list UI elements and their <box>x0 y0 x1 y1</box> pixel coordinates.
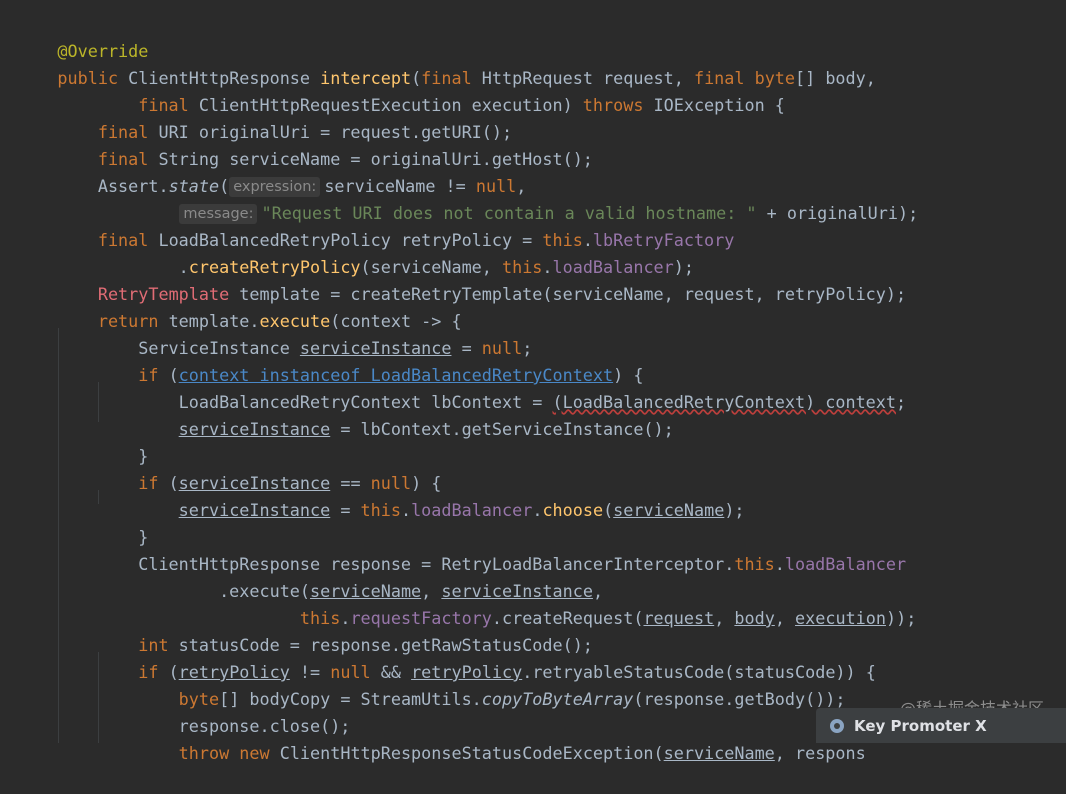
code-line-21[interactable]: .execute(serviceName, serviceInstance, <box>17 551 603 601</box>
code-line-13[interactable]: if (context instanceof LoadBalancedRetry… <box>17 335 643 385</box>
key-promoter-icon <box>830 718 844 733</box>
code-line-3[interactable]: final ClientHttpRequestExecution executi… <box>17 65 785 115</box>
key-promoter-label: Key Promoter X <box>854 716 987 735</box>
code-line-8[interactable]: final LoadBalancedRetryPolicy retryPolic… <box>17 200 735 250</box>
code-line-11[interactable]: return template.execute(context -> { <box>17 281 462 331</box>
code-line-9[interactable]: .createRetryPolicy(serviceName, this.loa… <box>17 227 694 277</box>
code-line-24[interactable]: if (retryPolicy != null && retryPolicy.r… <box>17 632 876 682</box>
code-line-7[interactable]: message: "Request URI does not contain a … <box>139 173 918 224</box>
code-line-19[interactable]: } <box>17 497 148 547</box>
code-line-4[interactable]: final URI originalUri = request.getURI()… <box>17 92 512 142</box>
code-line-20[interactable]: ClientHttpResponse response = RetryLoadB… <box>17 524 906 574</box>
code-line-27[interactable]: throw new ClientHttpResponseStatusCodeEx… <box>17 713 866 763</box>
code-line-12[interactable]: ServiceInstance serviceInstance = null; <box>17 308 532 358</box>
code-line-17[interactable]: if (serviceInstance == null) { <box>17 443 441 493</box>
code-line-26[interactable]: response.close(); <box>17 686 351 736</box>
code-line-25[interactable]: byte[] bodyCopy = StreamUtils.copyToByte… <box>17 659 846 709</box>
code-line-2[interactable]: public ClientHttpResponse intercept(fina… <box>17 38 875 88</box>
code-line-6[interactable]: Assert.state(expression: serviceName != n… <box>17 146 526 197</box>
code-line-10[interactable]: RetryTemplate template = createRetryTemp… <box>17 254 906 304</box>
code-line-16[interactable]: } <box>17 416 148 466</box>
code-line-5[interactable]: final String serviceName = originalUri.g… <box>17 119 593 169</box>
code-line-15[interactable]: serviceInstance = lbContext.getServiceIn… <box>17 389 674 439</box>
code-editor[interactable]: @Override public ClientHttpResponse inte… <box>0 0 1066 763</box>
code-line-1[interactable]: @Override <box>17 11 148 61</box>
code-line-14[interactable]: LoadBalancedRetryContext lbContext = (Lo… <box>17 362 906 412</box>
code-line-18[interactable]: serviceInstance = this.loadBalancer.choo… <box>17 470 745 520</box>
code-line-22[interactable]: this.requestFactory.createRequest(reques… <box>17 578 916 628</box>
code-line-23[interactable]: int statusCode = response.getRawStatusCo… <box>17 605 593 655</box>
key-promoter-popup[interactable]: Key Promoter X <box>816 708 1066 743</box>
